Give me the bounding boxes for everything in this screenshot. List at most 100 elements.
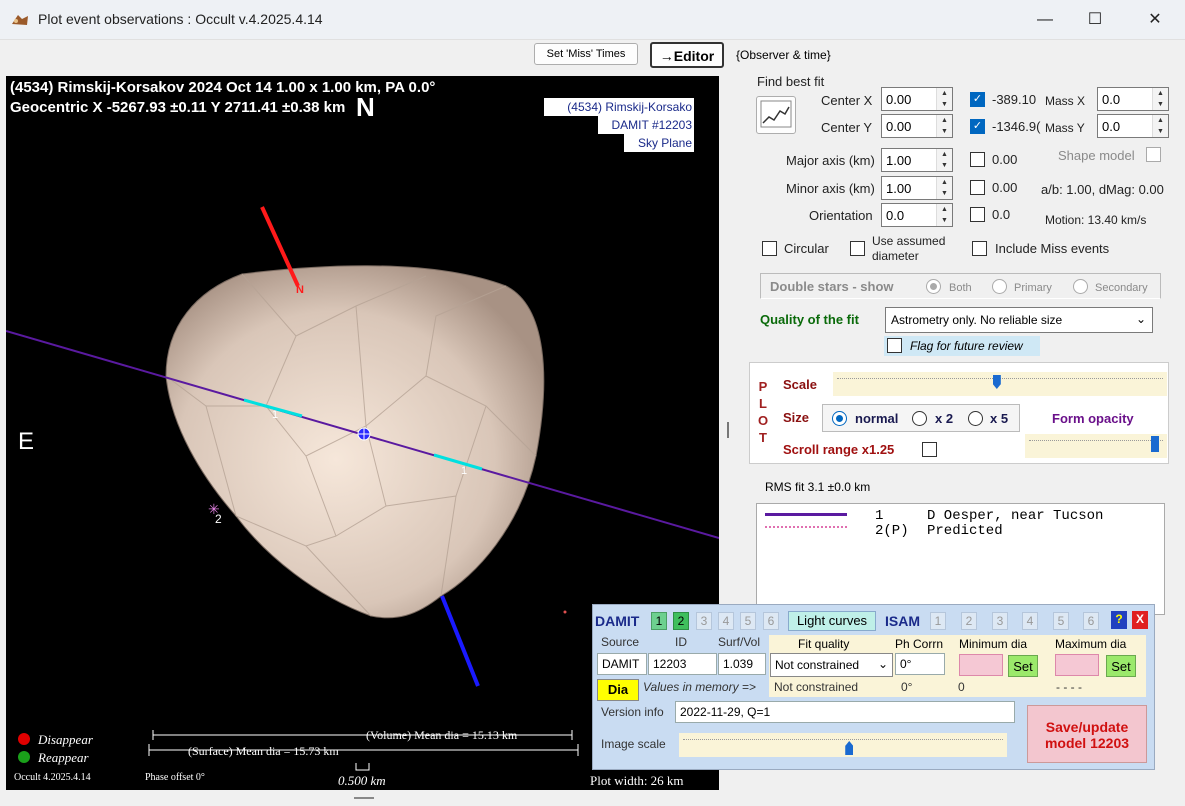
observer-list[interactable]: 1 D Oesper, near Tucson 2(P) Predicted <box>756 503 1165 615</box>
memory-fit-quality: Not constrained <box>774 680 859 694</box>
scroll-range-checkbox[interactable] <box>922 442 937 457</box>
minor-axis-result: 0.00 <box>992 180 1018 195</box>
flag-review-checkbox[interactable] <box>887 338 902 353</box>
damit-panel: DAMIT 1 2 3 4 5 6 Light curves ISAM 1 2 … <box>592 604 1155 770</box>
size-x5-radio[interactable] <box>968 411 983 426</box>
minor-axis-label: Minor axis (km) <box>786 181 875 196</box>
secondary-label: Secondary <box>1095 282 1148 294</box>
source-header: Source <box>601 635 640 649</box>
size-x5-label: x 5 <box>990 411 1009 426</box>
center-y-input[interactable]: 0.00 ▲ ▼ <box>881 114 953 138</box>
both-radio[interactable] <box>926 279 941 294</box>
set-max-dia-button[interactable]: Set <box>1106 655 1136 677</box>
isam-title: ISAM <box>885 613 920 629</box>
size-normal-radio[interactable] <box>832 411 847 426</box>
isam-model-1[interactable]: 1 <box>930 612 946 630</box>
size-x2-radio[interactable] <box>912 411 927 426</box>
both-label: Both <box>949 282 972 294</box>
maximum-dia-input[interactable] <box>1055 654 1099 676</box>
isam-model-5[interactable]: 5 <box>1053 612 1069 630</box>
damit-close-button[interactable]: X <box>1132 611 1148 629</box>
secondary-radio[interactable] <box>1073 279 1088 294</box>
set-miss-times-button[interactable]: Set 'Miss' Times <box>534 43 638 65</box>
mass-x-input[interactable]: 0.0 ▲ ▼ <box>1097 87 1169 111</box>
shape-model-checkbox[interactable] <box>1146 147 1161 162</box>
form-opacity-slider[interactable] <box>1025 434 1167 458</box>
minimize-button[interactable]: — <box>1030 8 1060 32</box>
size-label: Size <box>783 410 810 425</box>
help-button[interactable]: ? <box>1111 611 1127 629</box>
damit-model-1[interactable]: 1 <box>651 612 667 630</box>
ph-corrn-value[interactable]: 0° <box>895 653 945 675</box>
orientation-label: Orientation <box>809 208 873 223</box>
east-label: E <box>18 428 35 455</box>
scale-slider-thumb[interactable] <box>992 375 1001 389</box>
major-axis-checkbox[interactable] <box>970 152 985 167</box>
major-axis-label: Major axis (km) <box>786 153 875 168</box>
splitter-handle[interactable] <box>727 422 729 438</box>
minimum-dia-input[interactable] <box>959 654 1003 676</box>
dia-button[interactable]: Dia <box>597 679 639 701</box>
version-label: Occult 4.2025.4.14 <box>14 772 91 783</box>
editor-button[interactable]: →Editor <box>650 42 724 68</box>
opacity-slider-thumb[interactable] <box>1151 436 1160 452</box>
center-y-checkbox[interactable]: ✓ <box>970 119 985 134</box>
assumed-diameter-label: Use assumed diameter <box>872 234 946 263</box>
damit-model-3[interactable]: 3 <box>696 612 712 630</box>
light-curves-button[interactable]: Light curves <box>788 611 876 631</box>
chord-line-swatch <box>765 513 847 516</box>
assumed-diameter-checkbox[interactable] <box>850 241 865 256</box>
disappear-legend: Disappear <box>38 732 93 747</box>
memory-min-dia: 0 <box>958 680 965 694</box>
close-button[interactable]: ✕ <box>1140 8 1170 32</box>
flag-review-label: Flag for future review <box>910 339 1023 353</box>
scale-slider[interactable] <box>833 372 1167 396</box>
south-pole-axis <box>440 595 480 687</box>
plot-side-label: PLOT <box>757 379 769 445</box>
model-badge: (4534) Rimskij-Korsako DAMIT #12203 Sky … <box>544 98 694 152</box>
memory-ph-corrn: 0° <box>901 680 913 694</box>
fit-button[interactable] <box>756 96 796 134</box>
mass-y-input[interactable]: 0.0 ▲ ▼ <box>1097 114 1169 138</box>
save-update-model-button[interactable]: Save/update model 12203 <box>1027 705 1147 763</box>
badge-asteroid: (4534) Rimskij-Korsako <box>544 98 694 116</box>
mass-y-label: Mass Y <box>1045 121 1085 135</box>
isam-model-2[interactable]: 2 <box>961 612 977 630</box>
damit-model-5[interactable]: 5 <box>740 612 756 630</box>
observer-name-1: D Oesper, near Tucson <box>927 508 1104 524</box>
quality-select[interactable]: Astrometry only. No reliable size ⌄ <box>885 307 1153 333</box>
orientation-input[interactable]: 0.0 ▲ ▼ <box>881 203 953 227</box>
bottom-splitter-handle[interactable] <box>354 797 374 799</box>
image-scale-slider[interactable] <box>679 733 1007 757</box>
isam-model-6[interactable]: 6 <box>1083 612 1099 630</box>
image-scale-slider-thumb[interactable] <box>845 741 854 755</box>
badge-plane: Sky Plane <box>624 134 694 152</box>
observer-time-link[interactable]: {Observer & time} <box>736 48 831 62</box>
damit-model-2[interactable]: 2 <box>673 612 689 630</box>
chord-label-1: 1 <box>272 409 279 421</box>
include-miss-label: Include Miss events <box>995 241 1110 256</box>
include-miss-checkbox[interactable] <box>972 241 987 256</box>
major-axis-input[interactable]: 1.00 ▲ ▼ <box>881 148 953 172</box>
center-y-result: -1346.9( <box>992 119 1041 134</box>
chevron-down-icon: ⌄ <box>877 657 888 671</box>
id-value: 12203 <box>648 653 717 675</box>
primary-radio[interactable] <box>992 279 1007 294</box>
center-x-label: Center X <box>821 93 873 108</box>
plot-width-label: Plot width: 26 km <box>590 773 684 788</box>
isam-model-3[interactable]: 3 <box>992 612 1008 630</box>
set-min-dia-button[interactable]: Set <box>1008 655 1038 677</box>
minor-axis-input[interactable]: 1.00 ▲ ▼ <box>881 176 953 200</box>
orientation-checkbox[interactable] <box>970 207 985 222</box>
center-x-checkbox[interactable]: ✓ <box>970 92 985 107</box>
phase-label: Phase offset 0° <box>145 772 205 783</box>
damit-model-6[interactable]: 6 <box>763 612 779 630</box>
minor-axis-checkbox[interactable] <box>970 180 985 195</box>
damit-model-4[interactable]: 4 <box>718 612 734 630</box>
circular-checkbox[interactable] <box>762 241 777 256</box>
maximize-button[interactable]: ☐ <box>1080 8 1110 32</box>
plot-header-geocentric: Geocentric X -5267.93 ±0.11 Y 2711.41 ±0… <box>10 99 346 116</box>
isam-model-4[interactable]: 4 <box>1022 612 1038 630</box>
center-x-input[interactable]: 0.00 ▲ ▼ <box>881 87 953 111</box>
fit-quality-select[interactable]: Not constrained ⌄ <box>770 653 893 677</box>
